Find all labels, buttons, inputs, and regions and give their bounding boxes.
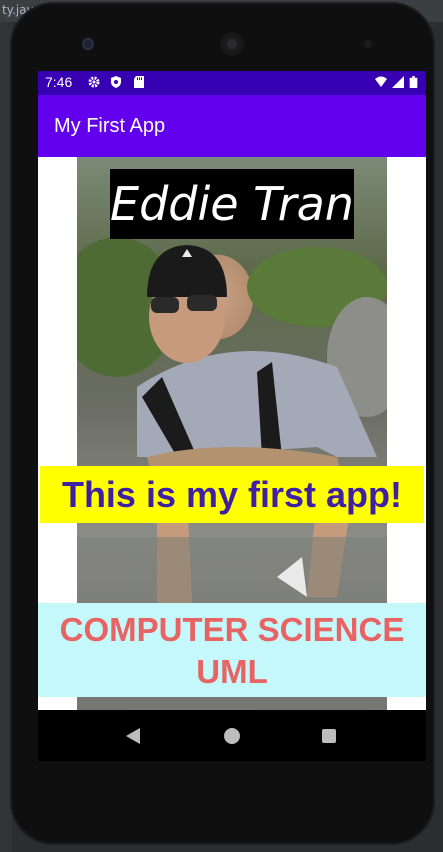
status-time: 7:46 — [45, 74, 73, 90]
name-label: Eddie Tran — [110, 169, 354, 239]
device-screen: 7:46 My First App Eddie Tran This is my … — [38, 71, 426, 761]
proximity-sensor-icon — [364, 40, 372, 48]
name-text: Eddie Tran — [110, 177, 354, 231]
subject-line-1: COMPUTER SCIENCE — [59, 611, 405, 648]
shield-icon — [111, 76, 121, 88]
earpiece-speaker-icon — [220, 32, 244, 56]
gear-icon — [88, 76, 100, 88]
front-camera-icon — [82, 38, 94, 50]
sd-card-icon — [134, 76, 144, 88]
battery-icon — [409, 76, 418, 88]
app-title: My First App — [54, 115, 166, 137]
phone-frame: 7:46 My First App Eddie Tran This is my … — [10, 2, 435, 845]
recents-icon[interactable] — [322, 729, 336, 743]
subject-line-2: UML — [196, 653, 268, 690]
back-icon[interactable] — [126, 728, 140, 744]
signal-icon — [392, 76, 404, 88]
tagline-banner: This is my first app! — [40, 466, 424, 523]
subject-banner: COMPUTER SCIENCE UML — [38, 603, 426, 697]
status-bar: 7:46 — [38, 71, 426, 95]
tagline-text: This is my first app! — [61, 474, 403, 515]
app-bar: My First App — [38, 95, 426, 157]
wifi-icon — [375, 76, 387, 87]
main-content: Eddie Tran This is my first app! COMPUTE… — [38, 157, 426, 710]
navigation-bar — [38, 710, 426, 761]
home-icon[interactable] — [224, 728, 240, 744]
